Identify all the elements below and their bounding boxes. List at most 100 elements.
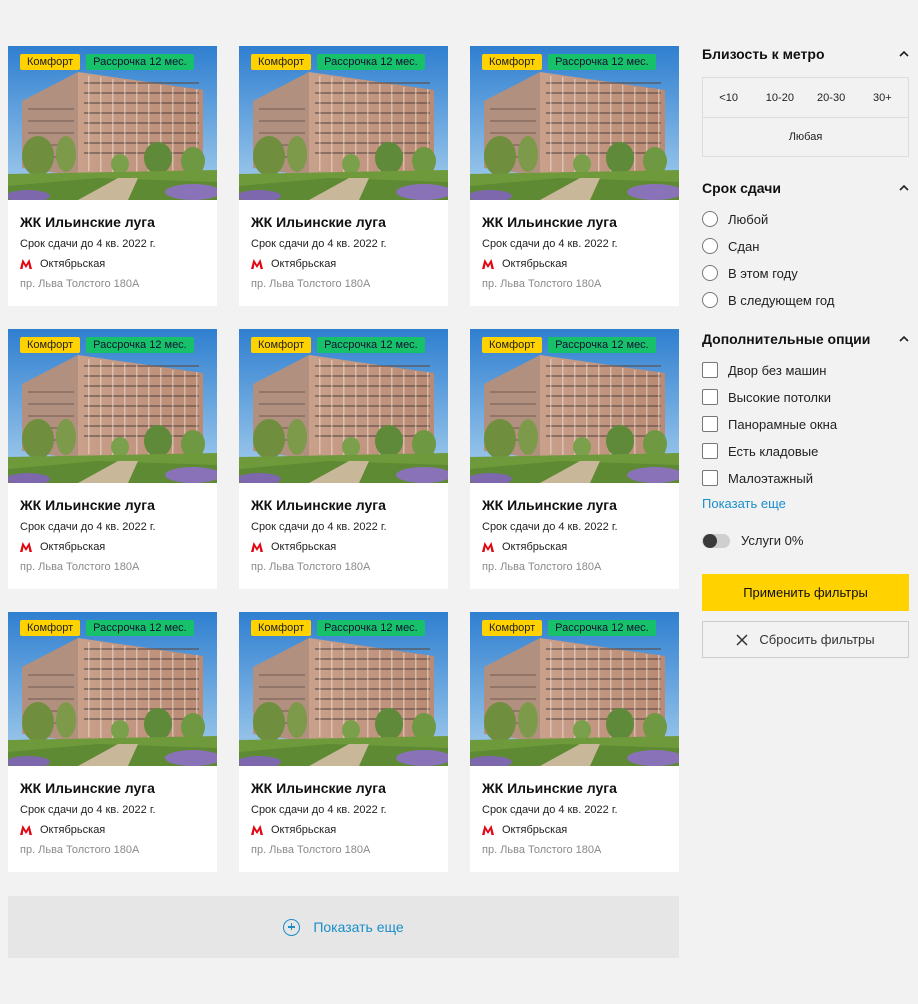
- card-title[interactable]: ЖК Ильинские луга: [482, 497, 667, 513]
- building-photo: Комфорт Рассрочка 12 мес.: [470, 329, 679, 483]
- metro-option-any[interactable]: Любая: [703, 118, 908, 156]
- metro-logo-icon: [251, 542, 263, 552]
- radio-button[interactable]: [702, 292, 718, 308]
- card-info: ЖК Ильинские луга Срок сдачи до 4 кв. 20…: [239, 766, 448, 857]
- checkbox[interactable]: [702, 389, 718, 405]
- class-tag: Комфорт: [251, 337, 312, 353]
- metro-distance-row: <10 10-20 20-30 30+: [703, 78, 908, 118]
- apply-filters-button[interactable]: Применить фильтры: [702, 574, 909, 611]
- card-info: ЖК Ильинские луга Срок сдачи до 4 кв. 20…: [8, 200, 217, 291]
- deadline-option-label: Любой: [728, 211, 769, 227]
- metro-logo-icon: [20, 825, 32, 835]
- listing-card[interactable]: Комфорт Рассрочка 12 мес. ЖК Ильинские л…: [8, 46, 217, 306]
- deadline-section-header[interactable]: Срок сдачи: [702, 178, 909, 198]
- checkbox[interactable]: [702, 416, 718, 432]
- card-deadline: Срок сдачи до 4 кв. 2022 г.: [482, 804, 618, 816]
- card-title[interactable]: ЖК Ильинские луга: [251, 780, 436, 796]
- metro-station: Октябрьская: [502, 541, 568, 553]
- listing-card[interactable]: Комфорт Рассрочка 12 мес. ЖК Ильинские л…: [239, 612, 448, 872]
- listing-card[interactable]: Комфорт Рассрочка 12 мес. ЖК Ильинские л…: [470, 612, 679, 872]
- card-title[interactable]: ЖК Ильинские луга: [251, 214, 436, 230]
- card-deadline: Срок сдачи до 4 кв. 2022 г.: [20, 238, 156, 250]
- class-tag: Комфорт: [482, 54, 543, 70]
- card-address: пр. Льва Толстого 180А: [251, 844, 371, 856]
- radio-button[interactable]: [702, 238, 718, 254]
- show-more-options-link[interactable]: Показать еще: [702, 496, 786, 511]
- listing-card[interactable]: Комфорт Рассрочка 12 мес. ЖК Ильинские л…: [470, 46, 679, 306]
- metro-station: Октябрьская: [502, 824, 568, 836]
- extra-option-label: Двор без машин: [728, 362, 827, 378]
- metro-option-30plus[interactable]: 30+: [857, 78, 908, 117]
- listing-card[interactable]: Комфорт Рассрочка 12 мес. ЖК Ильинские л…: [8, 612, 217, 872]
- extra-option-no-cars[interactable]: Двор без машин: [702, 361, 827, 379]
- card-metro: Октябрьская: [20, 823, 205, 837]
- services-toggle-label: Услуги 0%: [741, 533, 804, 548]
- metro-station: Октябрьская: [502, 258, 568, 270]
- radio-button[interactable]: [702, 211, 718, 227]
- card-info: ЖК Ильинские луга Срок сдачи до 4 кв. 20…: [239, 200, 448, 291]
- card-deadline: Срок сдачи до 4 кв. 2022 г.: [251, 521, 387, 533]
- installment-tag: Рассрочка 12 мес.: [86, 620, 194, 636]
- listing-card[interactable]: Комфорт Рассрочка 12 мес. ЖК Ильинские л…: [239, 329, 448, 589]
- listing-card[interactable]: Комфорт Рассрочка 12 мес. ЖК Ильинские л…: [239, 46, 448, 306]
- listing-card[interactable]: Комфорт Рассрочка 12 мес. ЖК Ильинские л…: [470, 329, 679, 589]
- class-tag: Комфорт: [20, 620, 81, 636]
- services-toggle-row[interactable]: Услуги 0%: [702, 533, 803, 548]
- deadline-option-done[interactable]: Сдан: [702, 237, 759, 255]
- card-tags: Комфорт Рассрочка 12 мес.: [482, 337, 656, 353]
- card-title[interactable]: ЖК Ильинские луга: [482, 780, 667, 796]
- deadline-option-next-year[interactable]: В следующем год: [702, 291, 834, 309]
- metro-distance-options: <10 10-20 20-30 30+ Любая: [702, 77, 909, 157]
- metro-logo-icon: [482, 542, 494, 552]
- listing-card[interactable]: Комфорт Рассрочка 12 мес. ЖК Ильинские л…: [8, 329, 217, 589]
- deadline-option-this-year[interactable]: В этом году: [702, 264, 798, 282]
- extra-option-low-rise[interactable]: Малоэтажный: [702, 469, 813, 487]
- card-address: пр. Льва Толстого 180А: [482, 278, 602, 290]
- deadline-option-any[interactable]: Любой: [702, 210, 768, 228]
- class-tag: Комфорт: [20, 54, 81, 70]
- metro-logo-icon: [251, 825, 263, 835]
- card-deadline: Срок сдачи до 4 кв. 2022 г.: [482, 238, 618, 250]
- metro-station: Октябрьская: [40, 541, 106, 553]
- reset-filters-label: Сбросить фильтры: [759, 632, 875, 647]
- installment-tag: Рассрочка 12 мес.: [86, 337, 194, 353]
- metro-option-20-30[interactable]: 20-30: [806, 78, 857, 117]
- card-address: пр. Льва Толстого 180А: [482, 844, 602, 856]
- card-tags: Комфорт Рассрочка 12 мес.: [251, 337, 425, 353]
- chevron-up-icon: [899, 336, 909, 342]
- reset-filters-button[interactable]: Сбросить фильтры: [702, 621, 909, 658]
- deadline-option-label: Сдан: [728, 238, 760, 254]
- checkbox[interactable]: [702, 362, 718, 378]
- card-title[interactable]: ЖК Ильинские луга: [20, 497, 205, 513]
- metro-option-lt10[interactable]: <10: [703, 78, 754, 117]
- card-title[interactable]: ЖК Ильинские луга: [251, 497, 436, 513]
- card-address: пр. Льва Толстого 180А: [482, 561, 602, 573]
- show-more-button[interactable]: Показать еще: [8, 896, 679, 958]
- extra-option-storage[interactable]: Есть кладовые: [702, 442, 818, 460]
- plus-circle-icon: [283, 918, 301, 936]
- card-title[interactable]: ЖК Ильинские луга: [20, 780, 205, 796]
- radio-button[interactable]: [702, 265, 718, 281]
- listing-grid: Комфорт Рассрочка 12 мес. ЖК Ильинские л…: [8, 46, 679, 872]
- extra-option-panoramic-windows[interactable]: Панорамные окна: [702, 415, 837, 433]
- services-toggle[interactable]: [702, 533, 730, 548]
- metro-station: Октябрьская: [271, 541, 337, 553]
- metro-logo-icon: [482, 825, 494, 835]
- checkbox[interactable]: [702, 470, 718, 486]
- installment-tag: Рассрочка 12 мес.: [548, 337, 656, 353]
- extra-section-header[interactable]: Дополнительные опции: [702, 329, 909, 349]
- building-photo: Комфорт Рассрочка 12 мес.: [8, 329, 217, 483]
- checkbox[interactable]: [702, 443, 718, 459]
- extra-option-high-ceilings[interactable]: Высокие потолки: [702, 388, 831, 406]
- metro-logo-icon: [482, 259, 494, 269]
- building-photo: Комфорт Рассрочка 12 мес.: [8, 46, 217, 200]
- installment-tag: Рассрочка 12 мес.: [548, 54, 656, 70]
- extra-option-label: Есть кладовые: [728, 443, 819, 459]
- metro-station: Октябрьская: [40, 824, 106, 836]
- metro-option-10-20[interactable]: 10-20: [754, 78, 805, 117]
- class-tag: Комфорт: [251, 54, 312, 70]
- card-title[interactable]: ЖК Ильинские луга: [20, 214, 205, 230]
- card-title[interactable]: ЖК Ильинские луга: [482, 214, 667, 230]
- metro-section-header[interactable]: Близость к метро: [702, 44, 909, 64]
- card-tags: Комфорт Рассрочка 12 мес.: [20, 620, 194, 636]
